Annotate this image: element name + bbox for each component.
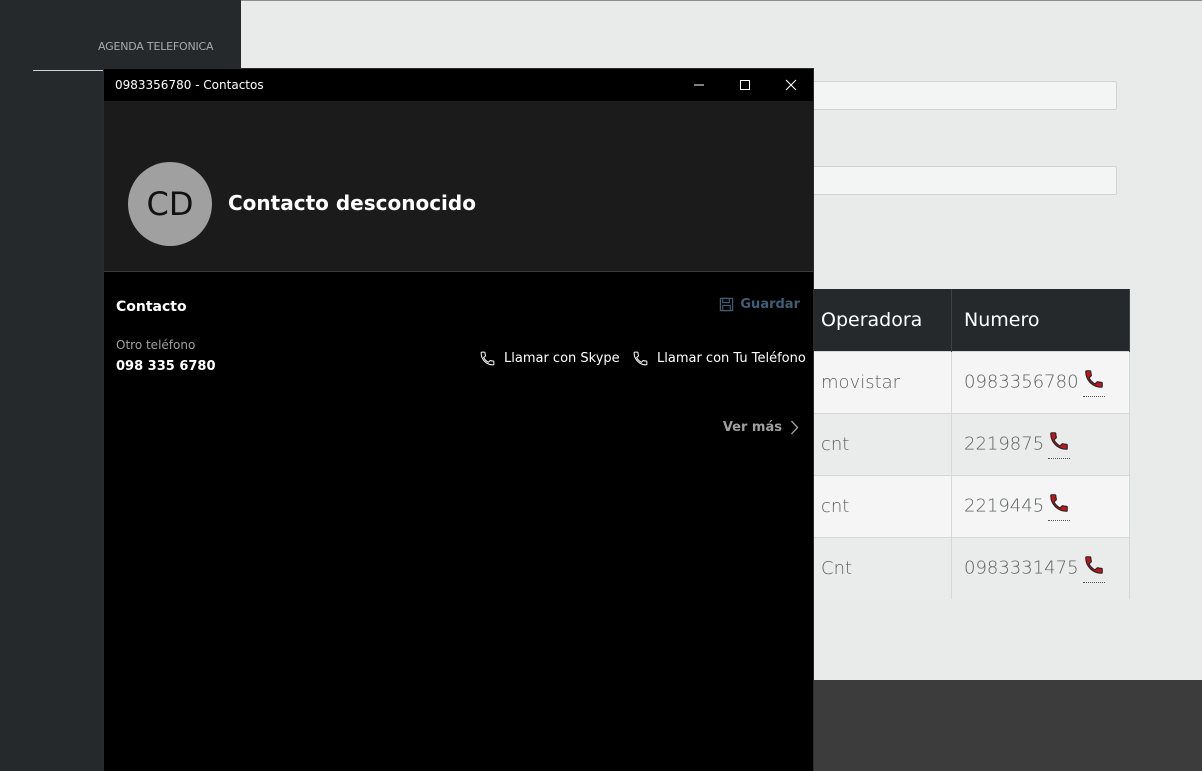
cell-numero: 2219445: [951, 475, 1130, 538]
phone-value: 098 335 6780: [116, 359, 216, 374]
close-icon: [785, 79, 797, 91]
number-text: 0983331475: [964, 557, 1079, 579]
chevron-right-icon: [791, 420, 799, 435]
section-title: Contacto: [116, 299, 187, 315]
cell-numero: 0983356780: [951, 351, 1130, 414]
contact-name: Contacto desconocido: [228, 191, 476, 215]
maximize-button[interactable]: [722, 69, 768, 101]
contact-header: CD Contacto desconocido: [104, 101, 813, 272]
contacts-window: 0983356780 - Contactos CD Contacto desco…: [103, 68, 814, 771]
cell-operadora: Cnt: [796, 537, 952, 599]
header-numero: Numero: [951, 289, 1130, 352]
number-text: 0983356780: [964, 371, 1079, 393]
avatar: CD: [128, 162, 212, 246]
form-input-1[interactable]: [800, 81, 1117, 110]
phone-call-icon[interactable]: [1082, 368, 1105, 397]
contacts-table: Operadora Numero movistar 0983356780 cnt…: [796, 289, 1130, 599]
cell-operadora: movistar: [796, 351, 952, 414]
phone-call-icon[interactable]: [1082, 554, 1105, 583]
table-row: cnt 2219875: [796, 413, 1130, 476]
number-text: 2219875: [964, 433, 1045, 455]
save-icon: [720, 297, 734, 312]
header-operadora: Operadora: [796, 289, 952, 352]
phone-icon: [633, 351, 648, 366]
minimize-button[interactable]: [676, 69, 722, 101]
minimize-icon: [694, 84, 704, 86]
call-your-phone-label: Llamar con Tu Teléfono: [657, 351, 806, 366]
call-skype-button[interactable]: Llamar con Skype: [479, 350, 620, 367]
form-input-2[interactable]: [800, 166, 1117, 195]
maximize-icon: [740, 80, 750, 90]
phone-call-icon[interactable]: [1048, 430, 1071, 459]
save-button[interactable]: Guardar: [719, 297, 800, 312]
number-text: 2219445: [964, 495, 1045, 517]
save-label: Guardar: [740, 297, 800, 312]
table-row: Cnt 0983331475: [796, 537, 1130, 599]
cell-operadora: cnt: [796, 475, 952, 538]
table-row: cnt 2219445: [796, 475, 1130, 538]
call-skype-label: Llamar con Skype: [504, 351, 620, 366]
table-row: movistar 0983356780: [796, 351, 1130, 414]
see-more-button[interactable]: Ver más: [723, 420, 799, 435]
phone-label: Otro teléfono: [116, 338, 196, 352]
cell-numero: 2219875: [951, 413, 1130, 476]
close-button[interactable]: [768, 69, 814, 101]
phone-call-icon[interactable]: [1048, 492, 1071, 521]
cell-operadora: cnt: [796, 413, 952, 476]
cell-numero: 0983331475: [951, 537, 1130, 599]
window-title: 0983356780 - Contactos: [115, 78, 264, 92]
call-your-phone-button[interactable]: Llamar con Tu Teléfono: [632, 350, 806, 367]
table-header-row: Operadora Numero: [796, 289, 1130, 352]
see-more-label: Ver más: [722, 420, 782, 435]
sidebar-title[interactable]: AGENDA TELEFONICA: [98, 40, 214, 53]
phone-icon: [480, 351, 495, 366]
window-titlebar[interactable]: 0983356780 - Contactos: [104, 69, 813, 101]
